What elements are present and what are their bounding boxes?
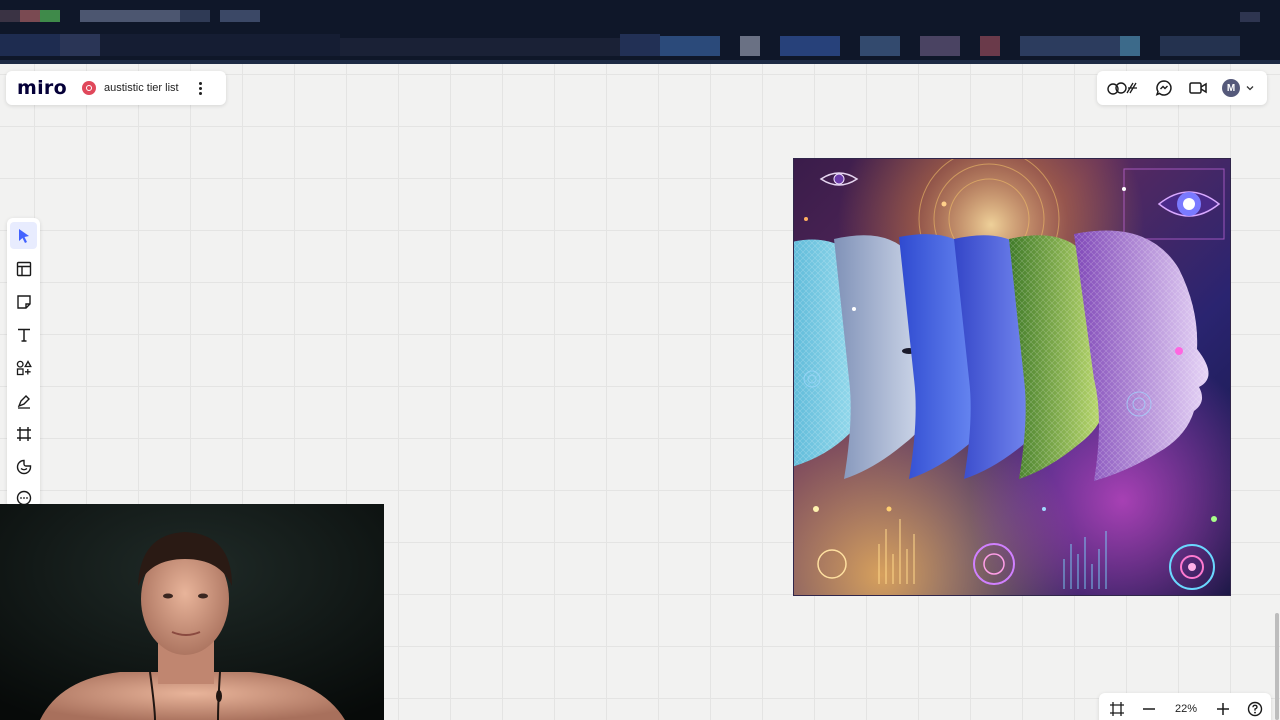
webcam-video-feed [0, 504, 384, 720]
templates-tool[interactable] [10, 255, 37, 282]
pen-tool[interactable] [10, 387, 37, 414]
zoom-level[interactable]: 22% [1171, 703, 1201, 715]
pen-icon [17, 394, 30, 409]
text-icon [17, 328, 30, 342]
collaboration-panel: M [1097, 71, 1267, 105]
sticker-icon [16, 459, 31, 474]
help-icon[interactable] [1247, 701, 1263, 717]
board-title[interactable]: austistic tier list [104, 82, 179, 94]
templates-icon [16, 261, 31, 276]
canvas-scrollbar[interactable] [1275, 613, 1279, 720]
chevron-down-icon[interactable] [1245, 83, 1255, 93]
reactions-tool[interactable] [10, 453, 37, 480]
avatar[interactable]: M [1222, 79, 1240, 97]
menu-dot-icon [199, 81, 203, 85]
menu-dot-icon [199, 86, 203, 90]
video-icon[interactable] [1188, 78, 1208, 98]
cursor-icon [18, 228, 29, 243]
frame-icon [16, 426, 31, 441]
text-tool[interactable] [10, 321, 37, 348]
board-header-panel: miro austistic tier list [6, 71, 226, 105]
board-image[interactable] [793, 158, 1231, 596]
zoom-controls: 22% [1099, 693, 1271, 720]
left-toolbar [7, 218, 40, 508]
webcam-overlay [0, 504, 384, 720]
miro-logo[interactable]: miro [17, 77, 77, 99]
futuristic-faces-artwork [794, 159, 1230, 595]
shapes-icon [16, 359, 32, 375]
menu-dot-icon [199, 91, 203, 95]
sticky-note-tool[interactable] [10, 288, 37, 315]
select-tool[interactable] [10, 222, 37, 249]
zoom-in-button[interactable] [1215, 701, 1231, 717]
board-icon [82, 81, 96, 95]
sticky-note-icon [16, 294, 31, 309]
shapes-tool[interactable] [10, 354, 37, 381]
browser-chrome [0, 0, 1280, 64]
chat-icon[interactable] [1154, 78, 1174, 98]
reactions-icon[interactable] [1106, 78, 1140, 98]
zoom-out-button[interactable] [1141, 701, 1157, 717]
frame-tool[interactable] [10, 420, 37, 447]
fit-to-screen-icon[interactable] [1109, 701, 1125, 717]
board-menu-button[interactable] [194, 78, 208, 98]
